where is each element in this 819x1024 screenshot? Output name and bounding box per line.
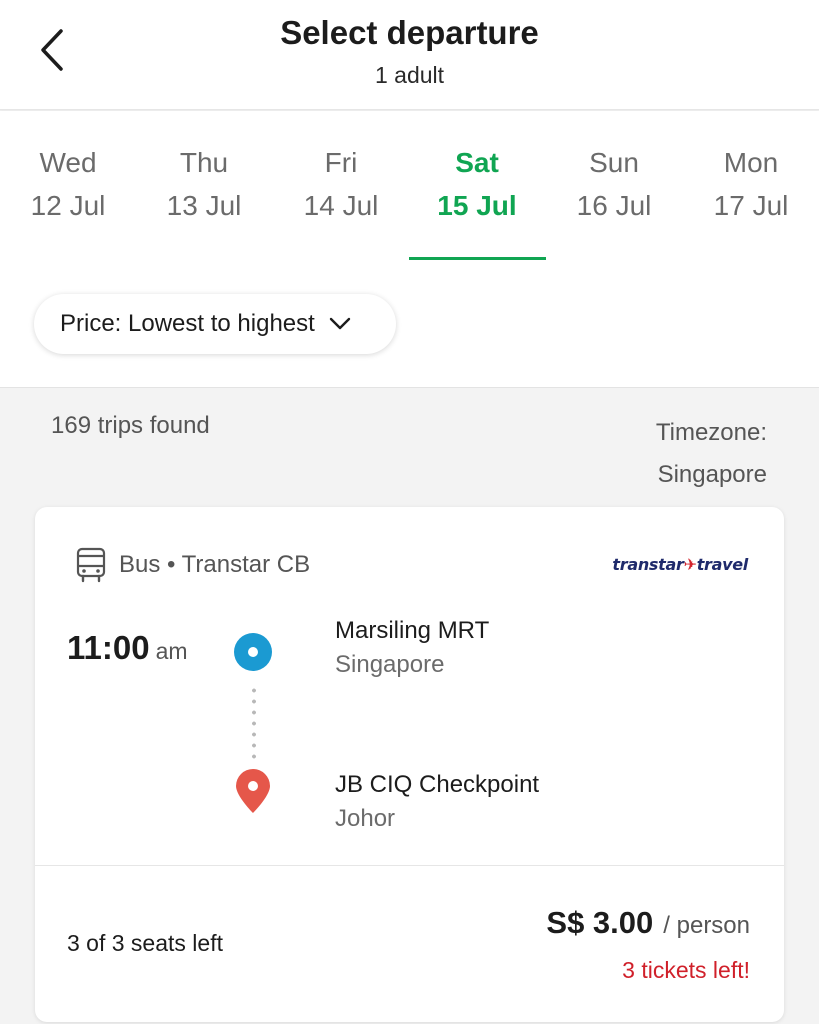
date-tab-day: Sun [589, 147, 639, 178]
timezone-value: Singapore [657, 461, 767, 488]
bus-icon [76, 547, 106, 583]
date-tab-wed[interactable]: Wed 12 Jul [0, 143, 136, 229]
timezone-label: Timezone: [655, 419, 767, 446]
origin-region: Singapore [335, 651, 445, 678]
date-tab-date: 13 Jul [166, 190, 242, 221]
trips-found-count: 169 trips found [51, 412, 210, 439]
trip-card[interactable]: Bus • Transtar CB transtar✈travel 11:00 a… [35, 507, 784, 1022]
chevron-down-icon [329, 317, 351, 331]
date-tab-date: 14 Jul [303, 190, 379, 221]
origin-marker-icon [234, 633, 272, 671]
date-tab-date: 12 Jul [30, 190, 106, 221]
date-tab-day: Mon [723, 147, 779, 178]
date-tab-sun[interactable]: Sun 16 Jul [546, 143, 682, 229]
departure-time: 11:00 am [67, 629, 188, 667]
route-connector [252, 685, 256, 765]
origin-name: Marsiling MRT [335, 617, 490, 644]
card-divider [35, 865, 784, 866]
price-row: S$ 3.00 / person [546, 905, 750, 941]
date-tab-mon[interactable]: Mon 17 Jul [683, 143, 819, 229]
date-tab-sat[interactable]: Sat 15 Jul [409, 143, 545, 229]
sort-dropdown[interactable]: Price: Lowest to highest [34, 294, 396, 354]
date-tab-thu[interactable]: Thu 13 Jul [136, 143, 272, 229]
date-tab-date: 17 Jul [713, 190, 789, 221]
passenger-count: 1 adult [374, 62, 445, 88]
sort-label: Price: Lowest to highest [60, 310, 315, 337]
date-selector: Wed 12 Jul Thu 13 Jul Fri 14 Jul Sat 15 … [0, 111, 819, 388]
operator-row: Bus • Transtar CB [75, 545, 310, 585]
page-title: Select departure [280, 14, 539, 51]
seats-left: 3 of 3 seats left [67, 930, 223, 956]
departure-time-value: 11:00 [67, 629, 150, 666]
header: Select departure 1 adult [0, 0, 819, 110]
date-tab-date: 16 Jul [576, 190, 652, 221]
departure-time-ampm: am [155, 638, 188, 664]
date-tab-day: Fri [324, 147, 358, 178]
operator-name: Bus • Transtar CB [119, 551, 311, 578]
destination-region: Johor [335, 805, 396, 832]
date-tab-day: Wed [39, 147, 97, 178]
date-tab-date: 15 Jul [437, 190, 517, 221]
price-unit: / person [663, 912, 750, 939]
price-value: S$ 3.00 [546, 905, 654, 940]
destination-name: JB CIQ Checkpoint [335, 771, 540, 798]
operator-logo: transtar✈travel [612, 555, 748, 574]
destination-pin-icon [236, 769, 270, 813]
date-tab-day: Sat [455, 147, 499, 178]
date-tab-fri[interactable]: Fri 14 Jul [273, 143, 409, 229]
tickets-left-badge: 3 tickets left! [622, 957, 750, 983]
active-tab-indicator [409, 257, 546, 260]
timezone-info: Timezone: Singapore [656, 412, 767, 496]
date-tab-day: Thu [179, 147, 229, 178]
